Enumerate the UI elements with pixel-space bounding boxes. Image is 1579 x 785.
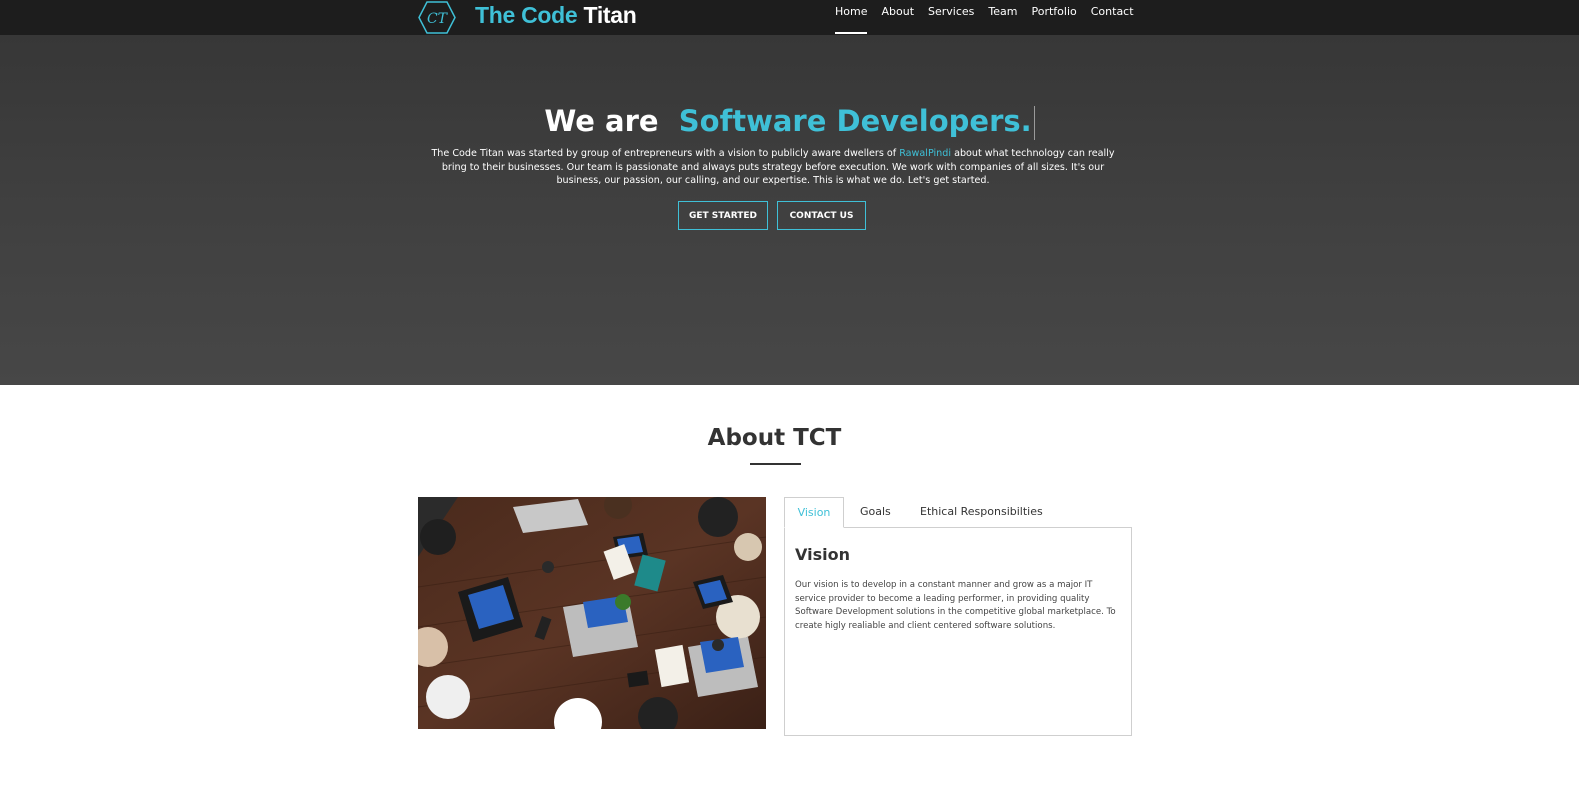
tab-goals[interactable]: Goals bbox=[860, 497, 891, 528]
hero-description: The Code Titan was started by group of e… bbox=[418, 147, 1128, 188]
title-underline bbox=[750, 463, 801, 465]
tab-ethical-responsibilities[interactable]: Ethical Responsibilties bbox=[920, 497, 1043, 528]
logo-icon[interactable]: CT bbox=[418, 1, 456, 34]
nav-home[interactable]: Home bbox=[835, 0, 868, 35]
nav-portfolio[interactable]: Portfolio bbox=[1031, 0, 1076, 35]
get-started-button[interactable]: GET STARTED bbox=[678, 201, 768, 230]
hero-section: We are Software Developers. The Code Tit… bbox=[0, 35, 1579, 385]
brand-name-part2: Titan bbox=[583, 2, 637, 28]
navbar: CT The Code Titan Home About Services Te… bbox=[0, 0, 1579, 35]
tab-panel-vision: Vision Our vision is to develop in a con… bbox=[784, 527, 1132, 736]
brand-name-part1: The Code bbox=[475, 2, 578, 28]
about-title: About TCT bbox=[707, 425, 842, 451]
panel-text: Our vision is to develop in a constant m… bbox=[795, 580, 1116, 631]
about-tabs: Vision Goals Ethical Responsibilties bbox=[784, 497, 1132, 528]
brand-name[interactable]: The Code Titan bbox=[475, 2, 637, 29]
hero-title: We are Software Developers. bbox=[0, 104, 1579, 140]
logo-text: CT bbox=[427, 11, 449, 27]
typing-cursor bbox=[1033, 106, 1035, 140]
rawalpindi-link[interactable]: RawalPindi bbox=[899, 148, 951, 159]
nav-about[interactable]: About bbox=[881, 0, 914, 35]
nav-contact[interactable]: Contact bbox=[1091, 0, 1134, 35]
hero-title-accent: Software Developers. bbox=[678, 104, 1032, 138]
panel-title: Vision bbox=[795, 545, 850, 564]
hero-title-prefix: We are bbox=[544, 104, 659, 138]
contact-us-button[interactable]: CONTACT US bbox=[777, 201, 866, 230]
main-nav: Home About Services Team Portfolio Conta… bbox=[835, 0, 1148, 35]
tab-vision[interactable]: Vision bbox=[784, 497, 844, 528]
team-meeting-photo bbox=[418, 497, 766, 729]
hero-buttons: GET STARTED CONTACT US bbox=[678, 201, 866, 230]
hero-text-part1: The Code Titan was started by group of e… bbox=[431, 148, 900, 159]
nav-team[interactable]: Team bbox=[988, 0, 1017, 35]
nav-services[interactable]: Services bbox=[928, 0, 974, 35]
